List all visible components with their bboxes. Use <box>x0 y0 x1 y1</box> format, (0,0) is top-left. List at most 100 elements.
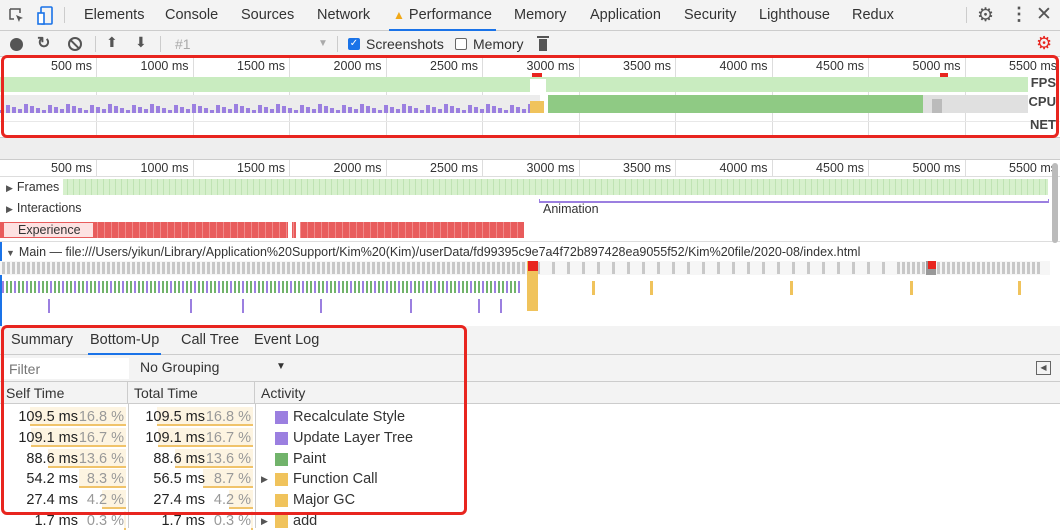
self-time-ms: 109.1 ms <box>18 429 78 446</box>
cpu-bar <box>348 107 352 113</box>
upload-icon[interactable]: ⬆ <box>106 34 118 51</box>
device-toolbar-icon[interactable] <box>37 6 53 25</box>
cpu-bar <box>444 104 448 113</box>
table-row[interactable]: 109.5 ms 16.8 % 109.5 ms 16.8 % Recalcul… <box>0 407 1060 428</box>
close-icon[interactable]: ✕ <box>1036 3 1052 26</box>
cpu-bar <box>420 110 424 113</box>
settings-gear-icon[interactable]: ⚙ <box>977 4 994 27</box>
reload-icon[interactable]: ↻ <box>37 33 50 53</box>
category-swatch <box>275 473 288 487</box>
tab-application[interactable]: Application <box>586 0 665 31</box>
expand-arrow-icon[interactable]: ▶ <box>261 469 268 490</box>
task-block <box>987 262 990 274</box>
recording-select[interactable]: #1 <box>175 31 191 57</box>
clear-icon[interactable] <box>68 37 82 51</box>
screenshots-checkbox[interactable]: ✓ <box>348 38 360 50</box>
main-thread-track[interactable]: ▼ Main — file:///Users/yikun/Library/Appl… <box>0 241 1060 326</box>
filter-input[interactable] <box>3 358 129 379</box>
time-tick: 3500 ms <box>623 161 671 175</box>
capture-settings-icon[interactable]: ⚙ <box>1036 33 1052 54</box>
flame-block <box>414 281 416 293</box>
tab-sources[interactable]: Sources <box>237 0 298 31</box>
task-block <box>32 262 35 274</box>
flame-block <box>442 281 444 293</box>
flame-block <box>186 281 188 293</box>
expand-arrow-icon[interactable]: ▶ <box>6 201 13 217</box>
warning-icon: ▲ <box>393 8 405 22</box>
table-row[interactable]: 1.7 ms 0.3 % 1.7 ms 0.3 % ▶ add <box>0 511 1060 532</box>
flame-block <box>310 281 312 293</box>
cpu-bar <box>66 104 70 113</box>
flame-block <box>46 281 48 293</box>
timeline-overview[interactable]: 500 ms 1000 ms 1500 ms 2000 ms 2500 ms 3000 m… <box>0 57 1060 137</box>
tab-summary[interactable]: Summary <box>9 326 75 355</box>
interactions-track[interactable]: ▶ Interactions Animation <box>0 197 1060 219</box>
task-block <box>147 262 150 274</box>
tab-call-tree[interactable]: Call Tree <box>179 326 241 355</box>
net-label: NET <box>1030 117 1056 132</box>
fps-label: FPS <box>1030 75 1056 90</box>
tab-lighthouse[interactable]: Lighthouse <box>755 0 834 31</box>
animation-bar[interactable] <box>539 199 1049 203</box>
memory-checkbox[interactable] <box>455 38 467 50</box>
task-block <box>937 262 940 274</box>
download-icon[interactable]: ⬇ <box>135 34 147 51</box>
cpu-bar <box>96 107 100 113</box>
interactions-label: Interactions <box>16 201 82 215</box>
chevron-down-icon[interactable]: ▼ <box>276 361 286 372</box>
record-icon[interactable] <box>10 38 23 51</box>
table-row[interactable]: 109.1 ms 16.7 % 109.1 ms 16.7 % Update L… <box>0 427 1060 449</box>
cpu-bar <box>318 104 322 113</box>
column-activity[interactable]: Activity <box>255 382 1060 404</box>
flame-block <box>86 281 88 293</box>
flame-block <box>450 281 452 293</box>
flame-block <box>498 281 500 293</box>
frames-track[interactable]: ▶ Frames <box>0 177 1060 197</box>
experience-track[interactable]: Experience <box>0 219 1060 241</box>
inspect-element-icon[interactable] <box>9 8 25 24</box>
task-block <box>337 262 340 274</box>
task-block <box>1007 262 1010 274</box>
table-row[interactable]: 27.4 ms 4.2 % 27.4 ms 4.2 % Major GC <box>0 490 1060 511</box>
cpu-bar <box>456 108 460 113</box>
tab-security[interactable]: Security <box>680 0 740 31</box>
category-swatch <box>275 411 288 424</box>
flame-block <box>320 299 322 313</box>
flame-block <box>458 281 460 293</box>
tab-performance[interactable]: ▲ Performance <box>389 0 496 31</box>
chevron-down-icon[interactable]: ▼ <box>318 31 328 57</box>
self-time-bar <box>124 511 126 530</box>
flame-block <box>66 281 68 293</box>
tab-event-log[interactable]: Event Log <box>252 326 321 355</box>
timeline-scrollbar[interactable] <box>1052 163 1058 243</box>
toggle-sidebar-icon[interactable]: ◀ <box>1036 361 1051 375</box>
expand-arrow-icon[interactable]: ▶ <box>6 180 13 196</box>
more-vertical-icon[interactable]: ⋮ <box>1010 4 1028 25</box>
trash-icon[interactable] <box>537 36 549 51</box>
table-row[interactable]: 54.2 ms 8.3 % 56.5 ms 8.7 % ▶ Function C… <box>0 469 1060 490</box>
category-swatch <box>275 431 288 445</box>
tab-redux[interactable]: Redux <box>848 0 898 31</box>
tab-memory[interactable]: Memory <box>510 0 570 31</box>
flame-block <box>592 281 595 295</box>
task-block <box>837 262 840 274</box>
table-row[interactable]: 88.6 ms 13.6 % 88.6 ms 13.6 % Paint <box>0 448 1060 470</box>
flame-block <box>474 281 476 293</box>
flame-block <box>290 281 292 293</box>
task-block <box>107 262 110 274</box>
time-tick: 1500 ms <box>237 161 285 175</box>
expand-arrow-icon[interactable]: ▶ <box>261 511 268 532</box>
tab-elements[interactable]: Elements <box>80 0 148 31</box>
time-tick: 5500 ms <box>1009 161 1057 175</box>
grouping-select[interactable]: No Grouping <box>140 359 219 375</box>
screenshot-strip[interactable] <box>0 137 1060 160</box>
tab-console[interactable]: Console <box>161 0 222 31</box>
details-tab-bar: Summary Bottom-Up Call Tree Event Log <box>0 326 1060 355</box>
column-total-time[interactable]: Total Time <box>128 382 255 404</box>
task-block <box>307 262 310 274</box>
tab-network[interactable]: Network <box>313 0 374 31</box>
column-self-time[interactable]: Self Time <box>0 382 128 404</box>
activity-name: Function Call <box>293 471 378 488</box>
collapse-arrow-icon[interactable]: ▼ <box>6 246 15 260</box>
tab-bottom-up[interactable]: Bottom-Up <box>88 326 162 355</box>
